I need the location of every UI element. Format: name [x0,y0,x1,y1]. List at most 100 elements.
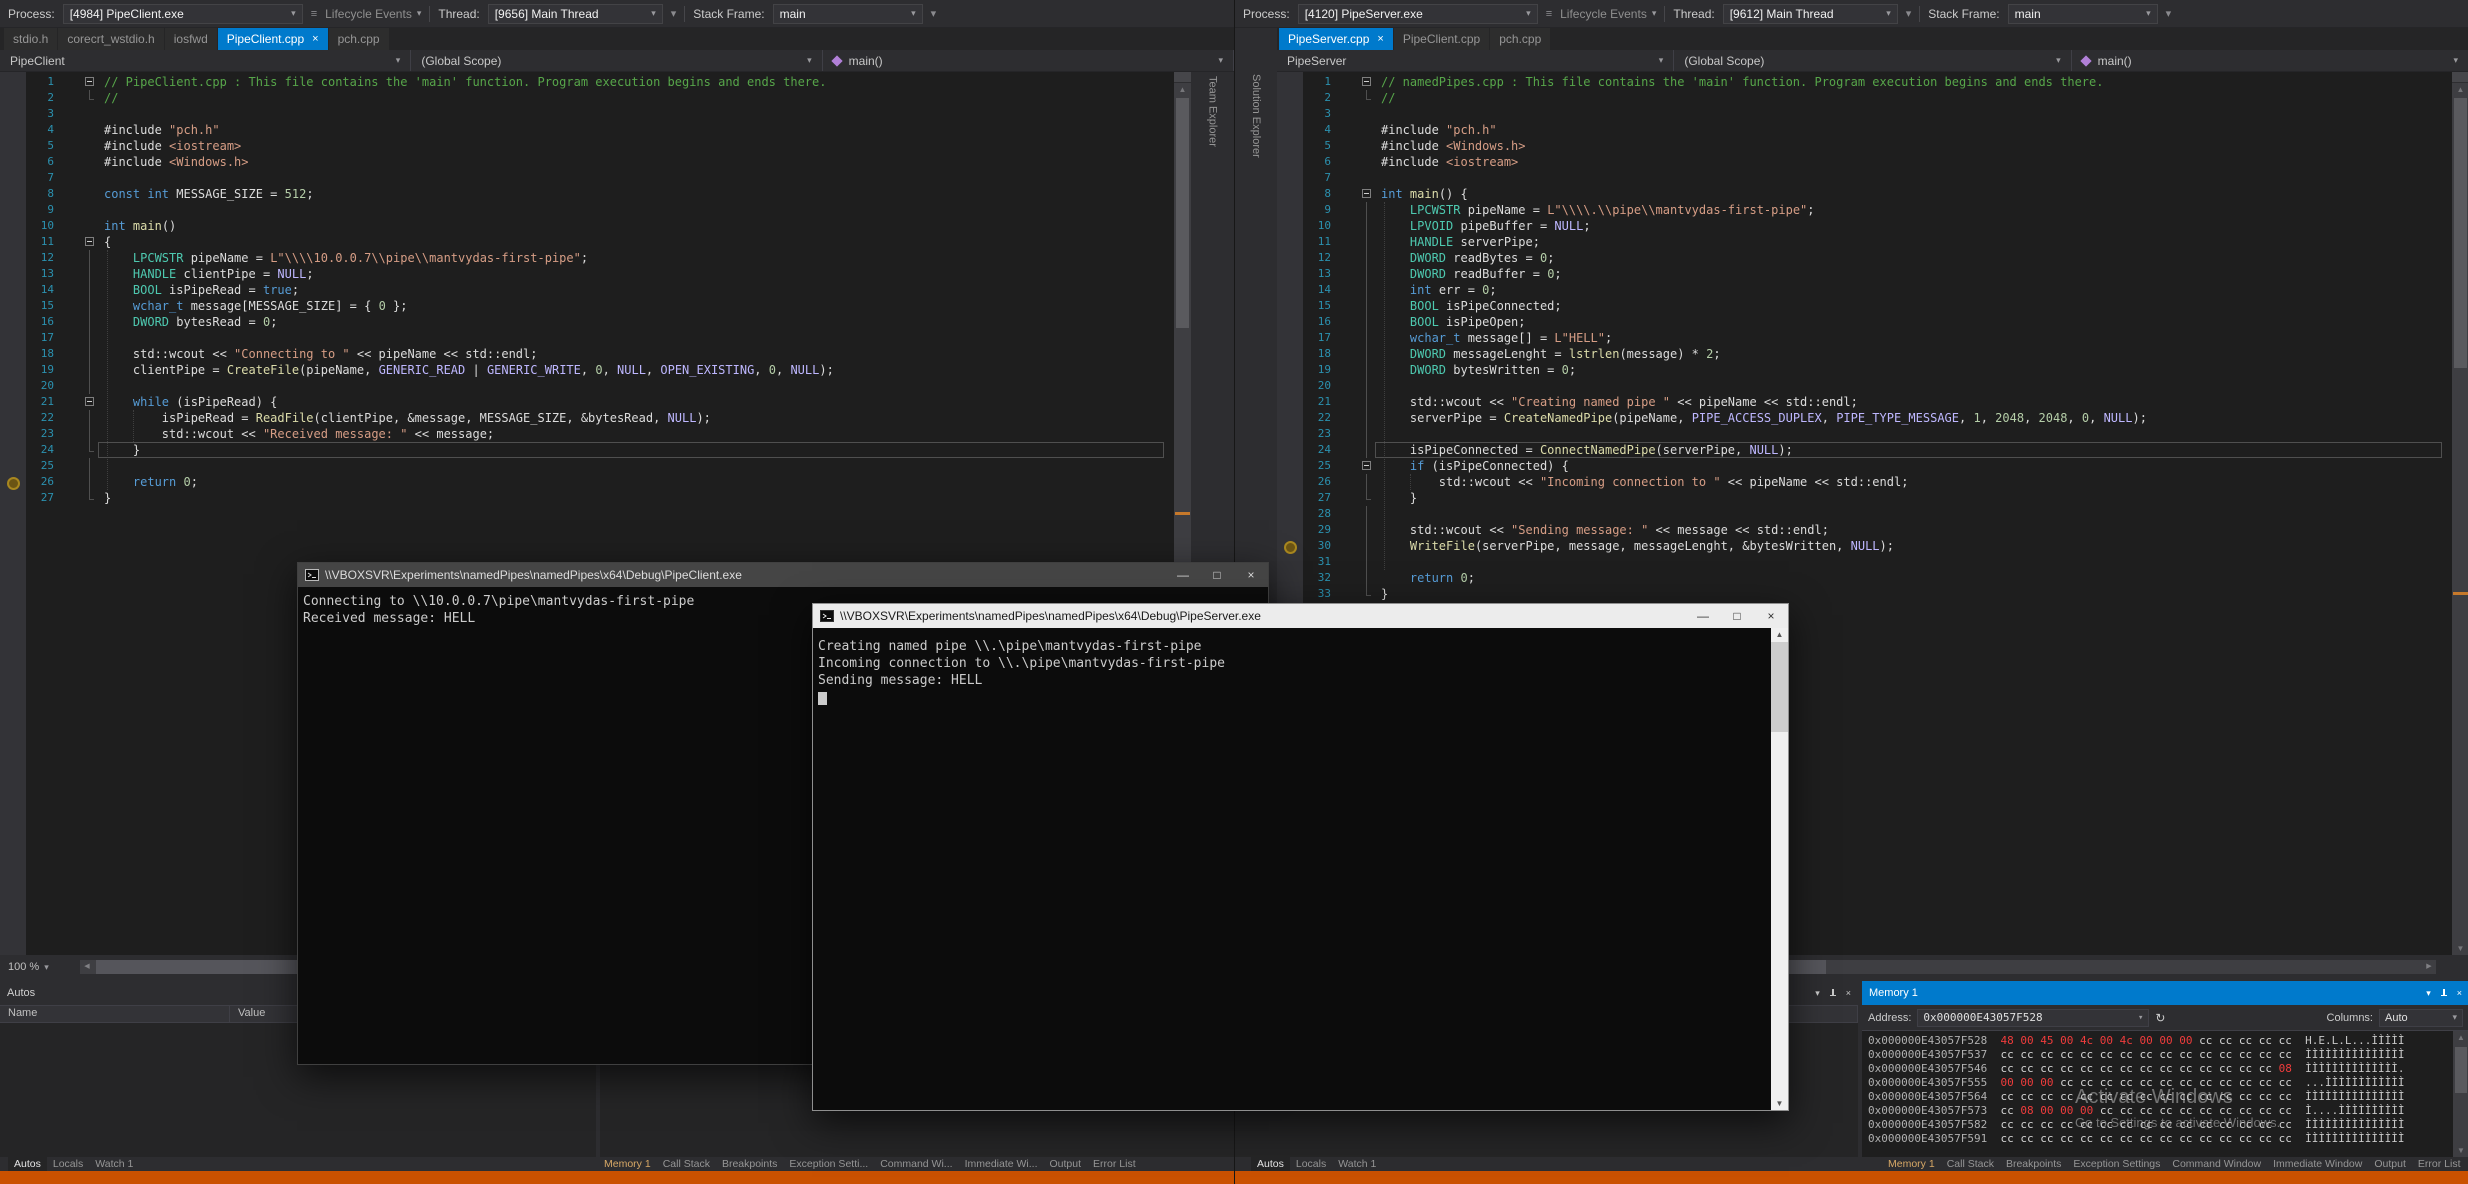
code-text[interactable]: DWORD readBytes = 0; [1377,250,1554,266]
glyph-margin[interactable] [0,138,26,154]
glyph-margin[interactable] [0,202,26,218]
code-text[interactable]: isPipeRead = ReadFile(clientPipe, &messa… [100,410,711,426]
code-line[interactable]: 22 serverPipe = CreateNamedPipe(pipeName… [1277,410,2452,426]
code-line[interactable]: 20 [0,378,1174,394]
minimize-button[interactable]: — [1686,604,1720,628]
code-text[interactable] [100,458,104,474]
code-line[interactable]: 3 [0,106,1174,122]
code-text[interactable]: #include <iostream> [1377,154,1518,170]
panel-tab-autos[interactable]: Autos [8,1157,47,1171]
code-line[interactable]: 11{ [0,234,1174,250]
glyph-margin[interactable] [1277,442,1303,458]
code-line[interactable]: 15 wchar_t message[MESSAGE_SIZE] = { 0 }… [0,298,1174,314]
code-text[interactable]: return 0; [1377,570,1475,586]
glyph-margin[interactable] [1277,586,1303,602]
panel-tab-command-wi-[interactable]: Command Wi... [874,1157,958,1171]
code-text[interactable] [1377,106,1381,122]
collapse-toggle-icon[interactable] [85,77,94,86]
panel-tab-call-stack[interactable]: Call Stack [657,1157,716,1171]
code-line[interactable]: 2// [1277,90,2452,106]
panel-tab-autos[interactable]: Autos [1251,1157,1290,1171]
code-line[interactable]: 3 [1277,106,2452,122]
team-explorer-tab[interactable]: Team Explorer [1207,76,1219,147]
glyph-margin[interactable] [0,234,26,250]
project-dropdown[interactable]: PipeServer ▾ [1277,50,1674,71]
splitter-grip[interactable] [2452,72,2468,83]
panel-tab-memory-1[interactable]: Memory 1 [598,1157,657,1171]
code-line[interactable]: 25 if (isPipeConnected) { [1277,458,2452,474]
glyph-margin[interactable] [1277,234,1303,250]
glyph-margin[interactable] [0,170,26,186]
glyph-margin[interactable] [0,122,26,138]
glyph-margin[interactable] [1277,170,1303,186]
code-line[interactable]: 14 int err = 0; [1277,282,2452,298]
code-line[interactable]: 1// namedPipes.cpp : This file contains … [1277,74,2452,90]
glyph-margin[interactable] [1277,154,1303,170]
columns-dropdown[interactable]: Auto ▾ [2379,1009,2463,1027]
glyph-margin[interactable] [0,90,26,106]
code-line[interactable]: 9 LPCWSTR pipeName = L"\\\\.\\pipe\\mant… [1277,202,2452,218]
thread-dropdown[interactable]: [9612] Main Thread ▾ [1723,4,1898,24]
glyph-margin[interactable] [1277,378,1303,394]
code-text[interactable]: WriteFile(serverPipe, message, messageLe… [1377,538,1894,554]
code-text[interactable]: std::wcout << "Connecting to " << pipeNa… [100,346,537,362]
glyph-margin[interactable] [1277,490,1303,506]
code-line[interactable]: 26 return 0; [0,474,1174,490]
code-text[interactable]: std::wcout << "Creating named pipe " << … [1377,394,1858,410]
glyph-margin[interactable] [1277,298,1303,314]
code-text[interactable]: #include <Windows.h> [100,154,249,170]
code-text[interactable] [100,170,104,186]
code-line[interactable]: 16 BOOL isPipeOpen; [1277,314,2452,330]
glyph-margin[interactable] [0,410,26,426]
glyph-margin[interactable] [0,154,26,170]
glyph-margin[interactable] [1277,362,1303,378]
console-title-bar[interactable]: \\VBOXSVR\Experiments\namedPipes\namedPi… [298,563,1268,587]
glyph-margin[interactable] [1277,330,1303,346]
code-text[interactable]: HANDLE clientPipe = NULL; [100,266,314,282]
code-text[interactable]: wchar_t message[MESSAGE_SIZE] = { 0 }; [100,298,407,314]
glyph-margin[interactable] [1277,394,1303,410]
stack-frame-dropdown[interactable]: main ▾ [2008,4,2158,24]
chevron-down-icon[interactable]: ▾ [2166,7,2172,20]
code-text[interactable]: } [1377,586,1388,602]
document-tab-corecrt-wstdio-h[interactable]: corecrt_wstdio.h [58,28,163,50]
glyph-margin[interactable] [1277,266,1303,282]
code-line[interactable]: 8int main() { [1277,186,2452,202]
code-line[interactable]: 17 wchar_t message[] = L"HELL"; [1277,330,2452,346]
code-text[interactable]: DWORD readBuffer = 0; [1377,266,1562,282]
maximize-button[interactable]: □ [1200,563,1234,587]
glyph-margin[interactable] [0,346,26,362]
zoom-control[interactable]: 100 % ▾ [0,961,74,973]
code-line[interactable]: 33} [1277,586,2452,602]
code-text[interactable] [1377,506,1381,522]
code-text[interactable]: while (isPipeRead) { [100,394,277,410]
close-button[interactable]: × [1754,604,1788,628]
scope-dropdown[interactable]: (Global Scope) ▾ [1674,50,2071,71]
code-text[interactable]: std::wcout << "Sending message: " << mes… [1377,522,1829,538]
code-text[interactable]: serverPipe = CreateNamedPipe(pipeName, P… [1377,410,2147,426]
code-text[interactable]: std::wcout << "Received message: " << me… [100,426,494,442]
close-icon[interactable]: × [1377,33,1383,45]
code-text[interactable]: // namedPipes.cpp : This file contains t… [1377,74,2103,90]
close-icon[interactable]: × [312,33,318,45]
code-text[interactable]: wchar_t message[] = L"HELL"; [1377,330,1612,346]
code-line[interactable]: 23 [1277,426,2452,442]
glyph-margin[interactable] [1277,282,1303,298]
glyph-margin[interactable] [1277,250,1303,266]
panel-tab-command-window[interactable]: Command Window [2166,1157,2267,1171]
code-text[interactable]: int main() { [1377,186,1468,202]
glyph-margin[interactable] [1277,74,1303,90]
document-tab-iosfwd[interactable]: iosfwd [165,28,217,50]
toolbar-menu-icon[interactable]: ≡ [311,8,317,20]
document-tab-pipeserver-cpp[interactable]: PipeServer.cpp× [1279,28,1393,50]
glyph-margin[interactable] [1277,474,1303,490]
code-text[interactable]: LPCWSTR pipeName = L"\\\\.\\pipe\\mantvy… [1377,202,1815,218]
minimize-button[interactable]: — [1166,563,1200,587]
glyph-margin[interactable] [0,74,26,90]
code-line[interactable]: 20 [1277,378,2452,394]
chevron-down-icon[interactable]: ▾ [931,7,937,20]
pin-icon[interactable] [1829,989,1837,997]
address-input[interactable]: 0x000000E43057F528 ▾ [1917,1009,2149,1027]
scrollbar-thumb[interactable] [1771,642,1788,732]
code-text[interactable]: clientPipe = CreateFile(pipeName, GENERI… [100,362,834,378]
